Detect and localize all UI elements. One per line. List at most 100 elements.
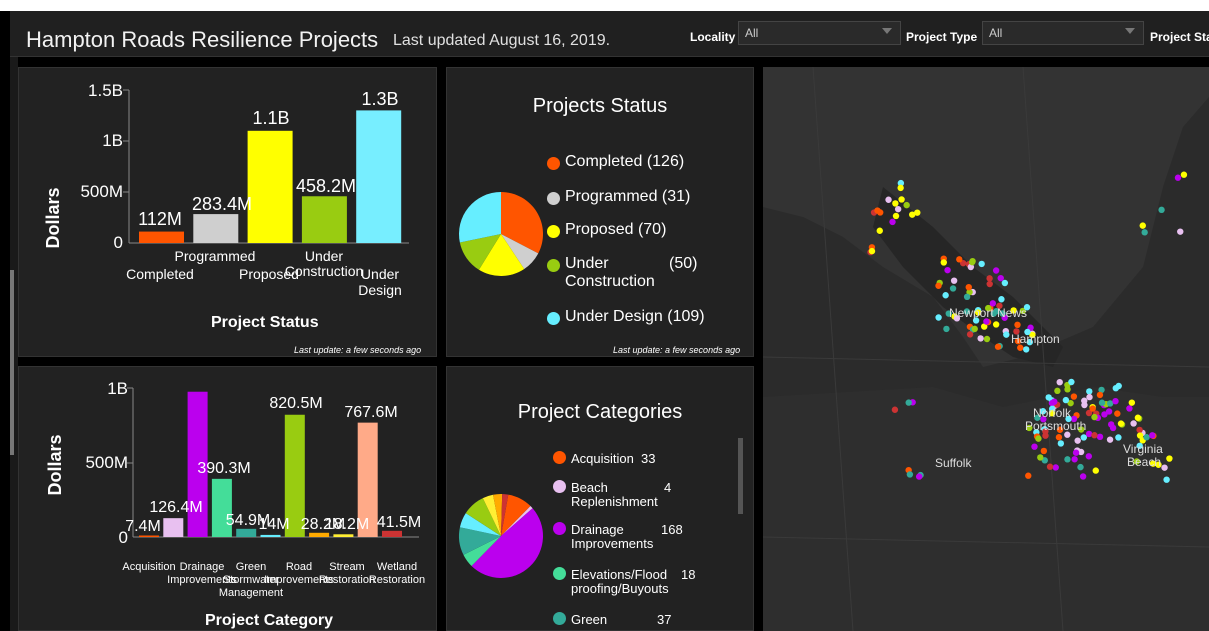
project-point[interactable] bbox=[1092, 467, 1099, 474]
project-point[interactable] bbox=[1158, 206, 1165, 214]
project-point[interactable] bbox=[1136, 432, 1144, 439]
project-point[interactable] bbox=[986, 280, 993, 288]
project-point[interactable] bbox=[1180, 171, 1188, 178]
project-point[interactable] bbox=[1139, 222, 1146, 229]
project-point[interactable] bbox=[1054, 387, 1061, 395]
project-point[interactable] bbox=[898, 196, 905, 203]
project-point[interactable] bbox=[1023, 346, 1030, 353]
project-point[interactable] bbox=[942, 292, 949, 299]
project-point[interactable] bbox=[1112, 397, 1119, 405]
project-point[interactable] bbox=[1072, 449, 1080, 456]
project-point[interactable] bbox=[1134, 414, 1142, 421]
project-point[interactable] bbox=[1117, 420, 1125, 427]
project-point[interactable] bbox=[992, 267, 1000, 274]
project-point[interactable] bbox=[1096, 433, 1104, 441]
project-point[interactable] bbox=[889, 218, 896, 226]
bar[interactable] bbox=[356, 110, 402, 244]
project-point[interactable] bbox=[994, 343, 1002, 350]
project-point[interactable] bbox=[1105, 408, 1113, 415]
project-point[interactable] bbox=[1062, 396, 1070, 404]
project-point[interactable] bbox=[1115, 434, 1122, 441]
project-point[interactable] bbox=[1003, 331, 1010, 338]
bar[interactable] bbox=[193, 214, 239, 243]
project-point[interactable] bbox=[915, 473, 923, 480]
project-point[interactable] bbox=[949, 285, 957, 292]
project-point[interactable] bbox=[906, 471, 914, 478]
bar[interactable] bbox=[309, 532, 330, 537]
bar[interactable] bbox=[139, 231, 184, 243]
project-point[interactable] bbox=[963, 293, 971, 301]
project-point[interactable] bbox=[903, 201, 910, 209]
project-point[interactable] bbox=[1136, 426, 1143, 434]
project-point[interactable] bbox=[1174, 174, 1182, 181]
bar[interactable] bbox=[333, 534, 354, 537]
project-point[interactable] bbox=[944, 266, 951, 274]
bar[interactable] bbox=[301, 196, 347, 243]
project-point[interactable] bbox=[1064, 456, 1071, 463]
project-point[interactable] bbox=[1163, 476, 1170, 483]
pie-slice[interactable] bbox=[459, 192, 501, 243]
project-point[interactable] bbox=[1177, 228, 1184, 235]
project-point[interactable] bbox=[935, 314, 942, 321]
project-point[interactable] bbox=[892, 200, 899, 207]
project-point[interactable] bbox=[905, 399, 912, 406]
legend-scrollbar[interactable] bbox=[738, 438, 743, 514]
project-point[interactable] bbox=[1001, 279, 1009, 287]
project-point[interactable] bbox=[1074, 437, 1081, 444]
project-point[interactable] bbox=[1128, 399, 1136, 406]
project-point[interactable] bbox=[1040, 447, 1048, 455]
project-point[interactable] bbox=[1106, 436, 1114, 443]
project-point[interactable] bbox=[1057, 440, 1065, 447]
project-point[interactable] bbox=[940, 259, 948, 266]
project-point[interactable] bbox=[885, 196, 892, 203]
project-point[interactable] bbox=[935, 282, 942, 289]
project-point[interactable] bbox=[1031, 443, 1038, 450]
project-point[interactable] bbox=[971, 325, 978, 333]
project-point[interactable] bbox=[909, 211, 916, 218]
project-point[interactable] bbox=[1025, 472, 1032, 479]
project-point[interactable] bbox=[978, 260, 985, 268]
project-point[interactable] bbox=[983, 335, 991, 343]
project-point[interactable] bbox=[1070, 393, 1078, 400]
project-point[interactable] bbox=[1035, 435, 1042, 442]
project-point[interactable] bbox=[1114, 410, 1121, 417]
project-point[interactable] bbox=[1086, 388, 1093, 395]
project-point[interactable] bbox=[1079, 473, 1087, 480]
project-point[interactable] bbox=[897, 184, 904, 192]
project-point[interactable] bbox=[1037, 454, 1044, 461]
project-point[interactable] bbox=[891, 406, 899, 413]
project-point[interactable] bbox=[1098, 399, 1106, 406]
project-point[interactable] bbox=[1081, 401, 1088, 409]
project-point[interactable] bbox=[1085, 430, 1093, 438]
project-point[interactable] bbox=[1014, 321, 1021, 329]
project-point[interactable] bbox=[892, 212, 900, 220]
left-scrollbar[interactable] bbox=[10, 270, 14, 455]
project-point[interactable] bbox=[1091, 413, 1098, 421]
project-point[interactable] bbox=[1055, 434, 1063, 441]
project-point[interactable] bbox=[943, 325, 950, 333]
project-point[interactable] bbox=[992, 321, 1000, 328]
project-point[interactable] bbox=[1141, 229, 1148, 236]
project-point[interactable] bbox=[1161, 464, 1168, 471]
project-point[interactable] bbox=[1056, 378, 1063, 386]
project-point[interactable] bbox=[1080, 434, 1087, 441]
project-point[interactable] bbox=[1064, 386, 1071, 393]
project-point[interactable] bbox=[1045, 394, 1052, 401]
project-point[interactable] bbox=[1166, 455, 1173, 462]
project-point[interactable] bbox=[1143, 434, 1150, 441]
bar[interactable] bbox=[260, 534, 281, 537]
bar[interactable] bbox=[163, 518, 184, 537]
project-point[interactable] bbox=[1086, 393, 1093, 401]
project-point[interactable] bbox=[894, 205, 902, 213]
project-point[interactable] bbox=[1068, 378, 1075, 386]
project-type-select[interactable]: All bbox=[982, 21, 1144, 45]
bar[interactable] bbox=[236, 528, 257, 537]
project-point[interactable] bbox=[1052, 464, 1059, 471]
project-point[interactable] bbox=[1042, 432, 1049, 439]
project-point[interactable] bbox=[1071, 456, 1078, 463]
project-point[interactable] bbox=[1130, 420, 1137, 427]
project-point[interactable] bbox=[997, 274, 1004, 282]
project-point[interactable] bbox=[874, 207, 881, 214]
locality-select[interactable]: All bbox=[738, 21, 901, 45]
project-point[interactable] bbox=[1109, 424, 1117, 432]
